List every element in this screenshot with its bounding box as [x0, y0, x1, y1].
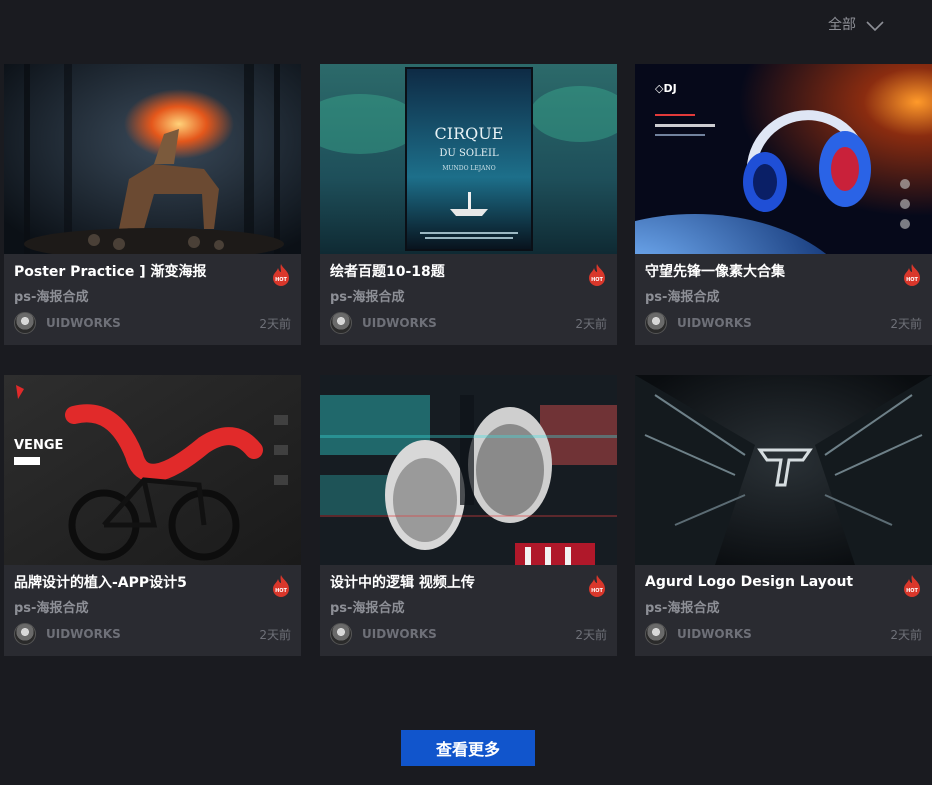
author-name[interactable]: UIDWORKS — [677, 627, 752, 641]
work-category: ps-海报合成 — [14, 290, 89, 305]
svg-text:MUNDO LEJANO: MUNDO LEJANO — [442, 165, 495, 172]
author-name[interactable]: UIDWORKS — [677, 316, 752, 330]
work-title[interactable]: 设计中的逻辑 视频上传 — [330, 572, 580, 592]
work-thumbnail[interactable]: ◇DJ — [635, 64, 932, 254]
author-row: UIDWORKS 2天前 — [14, 311, 291, 335]
hot-flame-icon: HOT — [904, 575, 920, 597]
work-category: ps-海报合成 — [645, 601, 720, 616]
hot-flame-icon: HOT — [273, 264, 289, 286]
author-row: UIDWORKS 2天前 — [14, 622, 291, 646]
author-name[interactable]: UIDWORKS — [46, 627, 121, 641]
post-time: 2天前 — [259, 627, 291, 642]
work-title[interactable]: 守望先锋一像素大合集 — [645, 261, 895, 281]
author-row: UIDWORKS 2天前 — [645, 622, 922, 646]
work-title[interactable]: Poster Practice ] 渐变海报 — [14, 261, 264, 281]
post-time: 2天前 — [575, 316, 607, 331]
work-card[interactable]: Poster Practice ] 渐变海报 HOT ps-海报合成 UIDWO… — [4, 64, 301, 345]
post-time: 2天前 — [890, 627, 922, 642]
author-name[interactable]: UIDWORKS — [46, 316, 121, 330]
avatar[interactable] — [330, 623, 352, 645]
svg-text:HOT: HOT — [591, 588, 603, 594]
svg-text:HOT: HOT — [275, 588, 287, 594]
author-row: UIDWORKS 2天前 — [645, 311, 922, 335]
author-row: UIDWORKS 2天前 — [330, 311, 607, 335]
svg-text:DU SOLEIL: DU SOLEIL — [439, 148, 499, 159]
work-thumbnail[interactable] — [320, 375, 617, 565]
work-card[interactable]: CIRQUE DU SOLEIL MUNDO LEJANO 绘者百题10-18题… — [320, 64, 617, 345]
work-thumbnail[interactable]: VENGE — [4, 375, 301, 565]
work-category: ps-海报合成 — [14, 601, 89, 616]
work-thumbnail[interactable] — [635, 375, 932, 565]
chevron-down-icon — [866, 21, 884, 32]
work-title[interactable]: 品牌设计的植入-APP设计5 — [14, 572, 264, 592]
svg-text:HOT: HOT — [591, 277, 603, 283]
avatar[interactable] — [14, 623, 36, 645]
svg-text:HOT: HOT — [906, 588, 918, 594]
avatar[interactable] — [330, 312, 352, 334]
hot-flame-icon: HOT — [589, 264, 605, 286]
avatar[interactable] — [645, 623, 667, 645]
hot-flame-icon: HOT — [904, 264, 920, 286]
post-time: 2天前 — [259, 316, 291, 331]
author-row: UIDWORKS 2天前 — [330, 622, 607, 646]
author-name[interactable]: UIDWORKS — [362, 316, 437, 330]
hot-flame-icon: HOT — [589, 575, 605, 597]
work-thumbnail[interactable] — [4, 64, 301, 254]
svg-text:HOT: HOT — [906, 277, 918, 283]
filter-dropdown[interactable]: 全部 — [828, 14, 884, 34]
work-category: ps-海报合成 — [645, 290, 720, 305]
svg-text:VENGE: VENGE — [14, 438, 63, 453]
svg-text:HOT: HOT — [275, 277, 287, 283]
svg-text:◇DJ: ◇DJ — [655, 82, 677, 95]
work-card[interactable]: ◇DJ 守望先锋一像素大合集 HOT ps-海报合成 UIDWORKS 2天前 — [635, 64, 932, 345]
work-thumbnail[interactable]: CIRQUE DU SOLEIL MUNDO LEJANO — [320, 64, 617, 254]
avatar[interactable] — [14, 312, 36, 334]
work-category: ps-海报合成 — [330, 290, 405, 305]
work-title[interactable]: 绘者百题10-18题 — [330, 261, 580, 281]
post-time: 2天前 — [890, 316, 922, 331]
author-name[interactable]: UIDWORKS — [362, 627, 437, 641]
work-card[interactable]: Agurd Logo Design Layout HOT ps-海报合成 UID… — [635, 375, 932, 656]
svg-text:CIRQUE: CIRQUE — [435, 124, 504, 143]
work-card[interactable]: 设计中的逻辑 视频上传 HOT ps-海报合成 UIDWORKS 2天前 — [320, 375, 617, 656]
work-card[interactable]: VENGE 品牌设计的植入-APP设计5 HOT ps-海报合成 UIDWORK… — [4, 375, 301, 656]
avatar[interactable] — [645, 312, 667, 334]
hot-flame-icon: HOT — [273, 575, 289, 597]
work-category: ps-海报合成 — [330, 601, 405, 616]
view-more-button[interactable]: 查看更多 — [401, 730, 535, 766]
post-time: 2天前 — [575, 627, 607, 642]
filter-label: 全部 — [828, 17, 856, 33]
work-title[interactable]: Agurd Logo Design Layout — [645, 574, 895, 590]
